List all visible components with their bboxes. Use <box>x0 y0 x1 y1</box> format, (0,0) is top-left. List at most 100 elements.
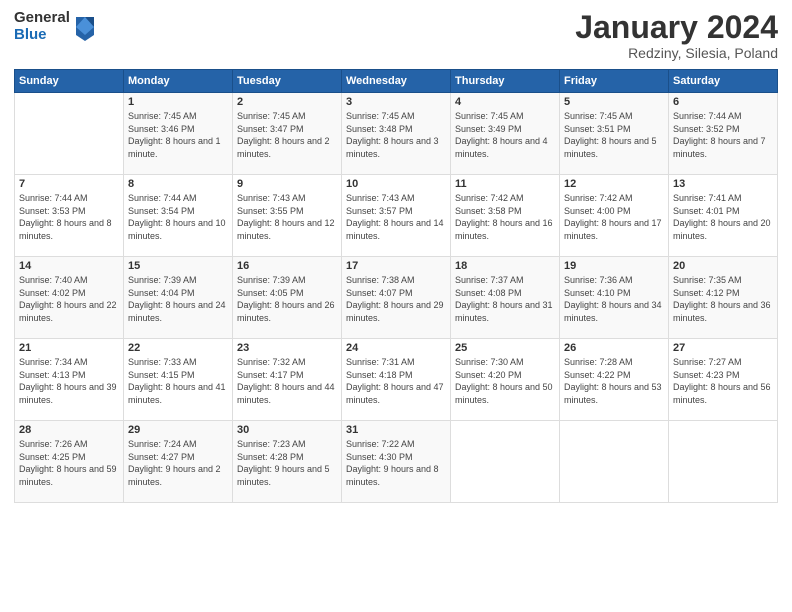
day-info: Sunrise: 7:24 AMSunset: 4:27 PMDaylight:… <box>128 438 228 488</box>
calendar-cell: 11Sunrise: 7:42 AMSunset: 3:58 PMDayligh… <box>451 175 560 257</box>
day-info: Sunrise: 7:23 AMSunset: 4:28 PMDaylight:… <box>237 438 337 488</box>
day-info: Sunrise: 7:28 AMSunset: 4:22 PMDaylight:… <box>564 356 664 406</box>
day-number: 23 <box>237 342 337 354</box>
day-info: Sunrise: 7:44 AMSunset: 3:52 PMDaylight:… <box>673 110 773 160</box>
calendar-cell: 13 Sunrise: 7:41 AMSunset: 4:01 PMDayligh… <box>669 175 778 257</box>
day-number: 16 <box>237 260 337 272</box>
day-info: Sunrise: 7:44 AMSunset: 3:53 PMDaylight:… <box>19 192 119 242</box>
day-number: 19 <box>564 260 664 272</box>
calendar-week-2: 7 Sunrise: 7:44 AMSunset: 3:53 PMDaylight… <box>15 175 778 257</box>
calendar-cell: 15 Sunrise: 7:39 AMSunset: 4:04 PMDayligh… <box>124 257 233 339</box>
col-thursday: Thursday <box>451 70 560 93</box>
day-number: 26 <box>564 342 664 354</box>
day-number: 31 <box>346 424 446 436</box>
day-info: Sunrise: 7:32 AMSunset: 4:17 PMDaylight:… <box>237 356 337 406</box>
day-number: 1 <box>128 96 228 108</box>
calendar-cell: 17 Sunrise: 7:38 AMSunset: 4:07 PMDayligh… <box>342 257 451 339</box>
calendar-cell: 10Sunrise: 7:43 AMSunset: 3:57 PMDayligh… <box>342 175 451 257</box>
calendar-cell: 24Sunrise: 7:31 AMSunset: 4:18 PMDayligh… <box>342 339 451 421</box>
header: General Blue January 2024 Redziny, Siles… <box>14 10 778 61</box>
day-number: 8 <box>128 178 228 190</box>
calendar-cell: 23 Sunrise: 7:32 AMSunset: 4:17 PMDayligh… <box>233 339 342 421</box>
day-number: 12 <box>564 178 664 190</box>
day-number: 15 <box>128 260 228 272</box>
day-number: 25 <box>455 342 555 354</box>
calendar-cell: 22Sunrise: 7:33 AMSunset: 4:15 PMDayligh… <box>124 339 233 421</box>
calendar-table: Sunday Monday Tuesday Wednesday Thursday… <box>14 69 778 503</box>
calendar-cell: 16 Sunrise: 7:39 AMSunset: 4:05 PMDayligh… <box>233 257 342 339</box>
calendar-cell: 1 Sunrise: 7:45 AMSunset: 3:46 PMDaylight… <box>124 93 233 175</box>
calendar-week-5: 28 Sunrise: 7:26 AMSunset: 4:25 PMDayligh… <box>15 421 778 503</box>
day-info: Sunrise: 7:36 AMSunset: 4:10 PMDaylight:… <box>564 274 664 324</box>
day-info: Sunrise: 7:37 AMSunset: 4:08 PMDaylight:… <box>455 274 555 324</box>
day-number: 9 <box>237 178 337 190</box>
day-number: 27 <box>673 342 773 354</box>
calendar-cell: 9 Sunrise: 7:43 AMSunset: 3:55 PMDaylight… <box>233 175 342 257</box>
calendar-cell: 14Sunrise: 7:40 AMSunset: 4:02 PMDayligh… <box>15 257 124 339</box>
calendar-cell: 19 Sunrise: 7:36 AMSunset: 4:10 PMDayligh… <box>560 257 669 339</box>
day-info: Sunrise: 7:44 AMSunset: 3:54 PMDaylight:… <box>128 192 228 242</box>
calendar-cell: 28 Sunrise: 7:26 AMSunset: 4:25 PMDayligh… <box>15 421 124 503</box>
calendar-cell: 21Sunrise: 7:34 AMSunset: 4:13 PMDayligh… <box>15 339 124 421</box>
day-info: Sunrise: 7:45 AMSunset: 3:47 PMDaylight:… <box>237 110 337 160</box>
day-number: 5 <box>564 96 664 108</box>
header-row: Sunday Monday Tuesday Wednesday Thursday… <box>15 70 778 93</box>
col-sunday: Sunday <box>15 70 124 93</box>
calendar-cell: 8 Sunrise: 7:44 AMSunset: 3:54 PMDaylight… <box>124 175 233 257</box>
day-info: Sunrise: 7:41 AMSunset: 4:01 PMDaylight:… <box>673 192 773 242</box>
day-info: Sunrise: 7:45 AMSunset: 3:46 PMDaylight:… <box>128 110 228 160</box>
calendar-container: General Blue January 2024 Redziny, Siles… <box>0 0 792 513</box>
day-number: 28 <box>19 424 119 436</box>
day-number: 4 <box>455 96 555 108</box>
calendar-cell: 27 Sunrise: 7:27 AMSunset: 4:23 PMDayligh… <box>669 339 778 421</box>
calendar-cell: 7 Sunrise: 7:44 AMSunset: 3:53 PMDaylight… <box>15 175 124 257</box>
day-number: 17 <box>346 260 446 272</box>
calendar-cell: 30 Sunrise: 7:23 AMSunset: 4:28 PMDayligh… <box>233 421 342 503</box>
day-info: Sunrise: 7:35 AMSunset: 4:12 PMDaylight:… <box>673 274 773 324</box>
day-info: Sunrise: 7:22 AMSunset: 4:30 PMDaylight:… <box>346 438 446 488</box>
calendar-cell: 6 Sunrise: 7:44 AMSunset: 3:52 PMDaylight… <box>669 93 778 175</box>
location-text: Redziny, Silesia, Poland <box>575 45 778 61</box>
calendar-cell <box>669 421 778 503</box>
calendar-cell: 5Sunrise: 7:45 AMSunset: 3:51 PMDaylight… <box>560 93 669 175</box>
logo-blue-text: Blue <box>14 27 70 44</box>
day-info: Sunrise: 7:40 AMSunset: 4:02 PMDaylight:… <box>19 274 119 324</box>
day-info: Sunrise: 7:45 AMSunset: 3:48 PMDaylight:… <box>346 110 446 160</box>
calendar-cell: 18Sunrise: 7:37 AMSunset: 4:08 PMDayligh… <box>451 257 560 339</box>
day-number: 30 <box>237 424 337 436</box>
day-info: Sunrise: 7:39 AMSunset: 4:04 PMDaylight:… <box>128 274 228 324</box>
day-number: 2 <box>237 96 337 108</box>
calendar-cell: 2 Sunrise: 7:45 AMSunset: 3:47 PMDaylight… <box>233 93 342 175</box>
day-number: 3 <box>346 96 446 108</box>
calendar-cell: 31 Sunrise: 7:22 AMSunset: 4:30 PMDayligh… <box>342 421 451 503</box>
logo-general-text: General <box>14 10 70 27</box>
day-info: Sunrise: 7:42 AMSunset: 3:58 PMDaylight:… <box>455 192 555 242</box>
day-number: 21 <box>19 342 119 354</box>
calendar-cell: 25 Sunrise: 7:30 AMSunset: 4:20 PMDayligh… <box>451 339 560 421</box>
day-info: Sunrise: 7:33 AMSunset: 4:15 PMDaylight:… <box>128 356 228 406</box>
day-number: 13 <box>673 178 773 190</box>
day-info: Sunrise: 7:43 AMSunset: 3:55 PMDaylight:… <box>237 192 337 242</box>
col-monday: Monday <box>124 70 233 93</box>
day-info: Sunrise: 7:38 AMSunset: 4:07 PMDaylight:… <box>346 274 446 324</box>
calendar-cell <box>451 421 560 503</box>
day-info: Sunrise: 7:26 AMSunset: 4:25 PMDaylight:… <box>19 438 119 488</box>
logo: General Blue <box>14 10 96 43</box>
calendar-cell: 12Sunrise: 7:42 AMSunset: 4:00 PMDayligh… <box>560 175 669 257</box>
day-number: 10 <box>346 178 446 190</box>
day-number: 7 <box>19 178 119 190</box>
col-friday: Friday <box>560 70 669 93</box>
day-number: 24 <box>346 342 446 354</box>
day-info: Sunrise: 7:30 AMSunset: 4:20 PMDaylight:… <box>455 356 555 406</box>
day-info: Sunrise: 7:45 AMSunset: 3:49 PMDaylight:… <box>455 110 555 160</box>
day-info: Sunrise: 7:27 AMSunset: 4:23 PMDaylight:… <box>673 356 773 406</box>
day-info: Sunrise: 7:39 AMSunset: 4:05 PMDaylight:… <box>237 274 337 324</box>
col-tuesday: Tuesday <box>233 70 342 93</box>
title-section: January 2024 Redziny, Silesia, Poland <box>575 10 778 61</box>
logo-icon <box>74 13 96 41</box>
day-number: 20 <box>673 260 773 272</box>
month-title: January 2024 <box>575 10 778 45</box>
day-number: 6 <box>673 96 773 108</box>
calendar-week-1: 1 Sunrise: 7:45 AMSunset: 3:46 PMDaylight… <box>15 93 778 175</box>
calendar-cell: 29Sunrise: 7:24 AMSunset: 4:27 PMDayligh… <box>124 421 233 503</box>
